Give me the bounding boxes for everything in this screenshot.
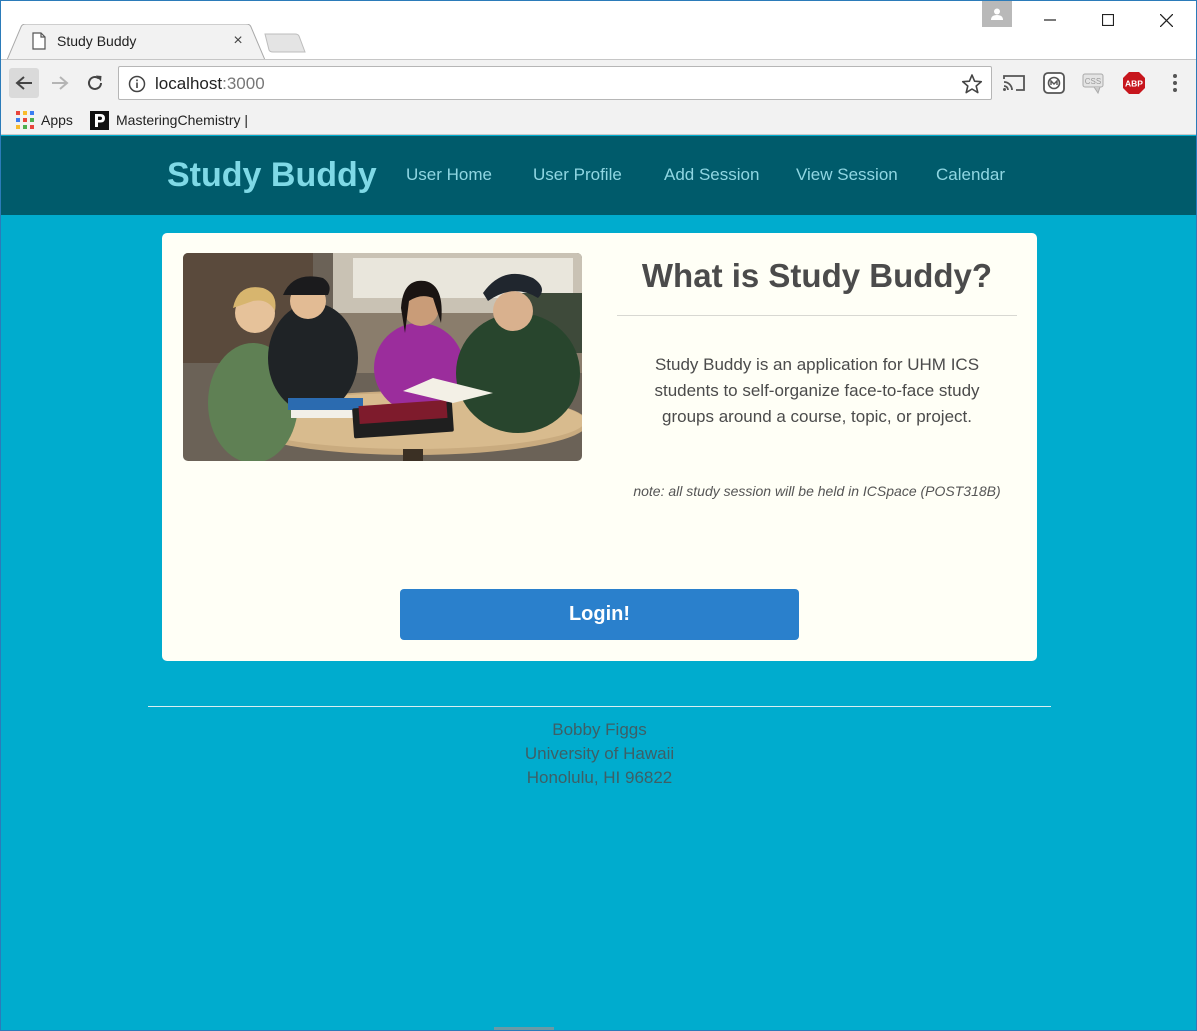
card-description: Study Buddy is an application for UHM IC… <box>654 355 980 426</box>
location-note: note: all study session will be held in … <box>633 483 1001 499</box>
top-navbar: Study Buddy User Home User Profile Add S… <box>1 136 1196 215</box>
browser-toolbar: localhost:3000 CSS ABP <box>1 59 1196 105</box>
profile-button[interactable] <box>982 1 1012 27</box>
url-host: localhost <box>155 74 223 93</box>
title-divider <box>617 315 1017 316</box>
close-icon <box>1159 13 1173 27</box>
pearson-p-icon <box>90 110 109 130</box>
url-port: :3000 <box>222 74 265 93</box>
cast-icon[interactable] <box>1002 71 1026 95</box>
brand-logo[interactable]: Study Buddy <box>167 156 377 195</box>
bookmark-label: MasteringChemistry | <box>116 112 249 128</box>
css-viewer-icon[interactable]: CSS <box>1082 71 1106 95</box>
reload-button[interactable] <box>80 68 110 98</box>
bookmark-apps[interactable]: Apps <box>16 109 73 131</box>
new-tab-button[interactable] <box>263 32 307 54</box>
arrow-left-icon <box>15 76 32 90</box>
close-window-button[interactable] <box>1143 5 1189 35</box>
abp-icon-label: ABP <box>1125 79 1143 89</box>
bookmark-label: Apps <box>41 112 73 128</box>
address-bar[interactable]: localhost:3000 <box>118 66 992 100</box>
footer-name: Bobby Figgs <box>552 720 647 739</box>
maximize-button[interactable] <box>1085 5 1131 35</box>
info-icon[interactable] <box>128 75 146 93</box>
footer-divider <box>148 706 1051 707</box>
menu-kebab-icon[interactable] <box>1163 71 1187 95</box>
nav-view-session[interactable]: View Session <box>796 165 898 185</box>
web-page: Study Buddy User Home User Profile Add S… <box>1 136 1196 1030</box>
css-icon-label: CSS <box>1085 77 1101 86</box>
browser-window: Study Buddy × localhost:3000 CSS ABP App… <box>0 0 1197 1031</box>
mailvelope-icon[interactable] <box>1042 71 1066 95</box>
forward-button[interactable] <box>45 68 75 98</box>
tab-title: Study Buddy <box>57 33 137 49</box>
back-button[interactable] <box>9 68 39 98</box>
footer-university: University of Hawaii <box>524 744 675 763</box>
arrow-right-icon <box>52 76 69 90</box>
study-group-photo <box>183 253 582 461</box>
tab-close-icon[interactable]: × <box>230 32 246 50</box>
bookmarks-bar: Apps MasteringChemistry | <box>1 105 1196 135</box>
nav-calendar[interactable]: Calendar <box>936 165 1005 185</box>
intro-card: What is Study Buddy? Study Buddy is an a… <box>162 233 1037 661</box>
page-icon <box>32 32 46 50</box>
minimize-icon <box>1044 19 1056 21</box>
nav-add-session[interactable]: Add Session <box>664 165 759 185</box>
footer-address: Honolulu, HI 96822 <box>526 768 673 787</box>
footer: Bobby Figgs University of Hawaii Honolul… <box>148 718 1051 790</box>
bookmark-star-icon[interactable] <box>961 73 983 95</box>
url-text[interactable]: localhost:3000 <box>155 74 265 94</box>
apps-grid-icon <box>16 111 34 129</box>
minimize-button[interactable] <box>1027 5 1073 35</box>
adblock-plus-icon[interactable]: ABP <box>1122 71 1146 95</box>
maximize-icon <box>1102 14 1114 26</box>
scroll-indicator <box>494 1027 554 1030</box>
reload-icon <box>88 75 102 90</box>
login-button[interactable]: Login! <box>400 589 799 640</box>
tab-strip: Study Buddy × <box>1 1 1196 60</box>
nav-user-home[interactable]: User Home <box>406 165 492 185</box>
person-icon <box>991 8 1003 20</box>
nav-user-profile[interactable]: User Profile <box>533 165 622 185</box>
card-title: What is Study Buddy? <box>641 257 993 294</box>
bookmark-masteringchemistry[interactable]: MasteringChemistry | <box>90 109 248 131</box>
